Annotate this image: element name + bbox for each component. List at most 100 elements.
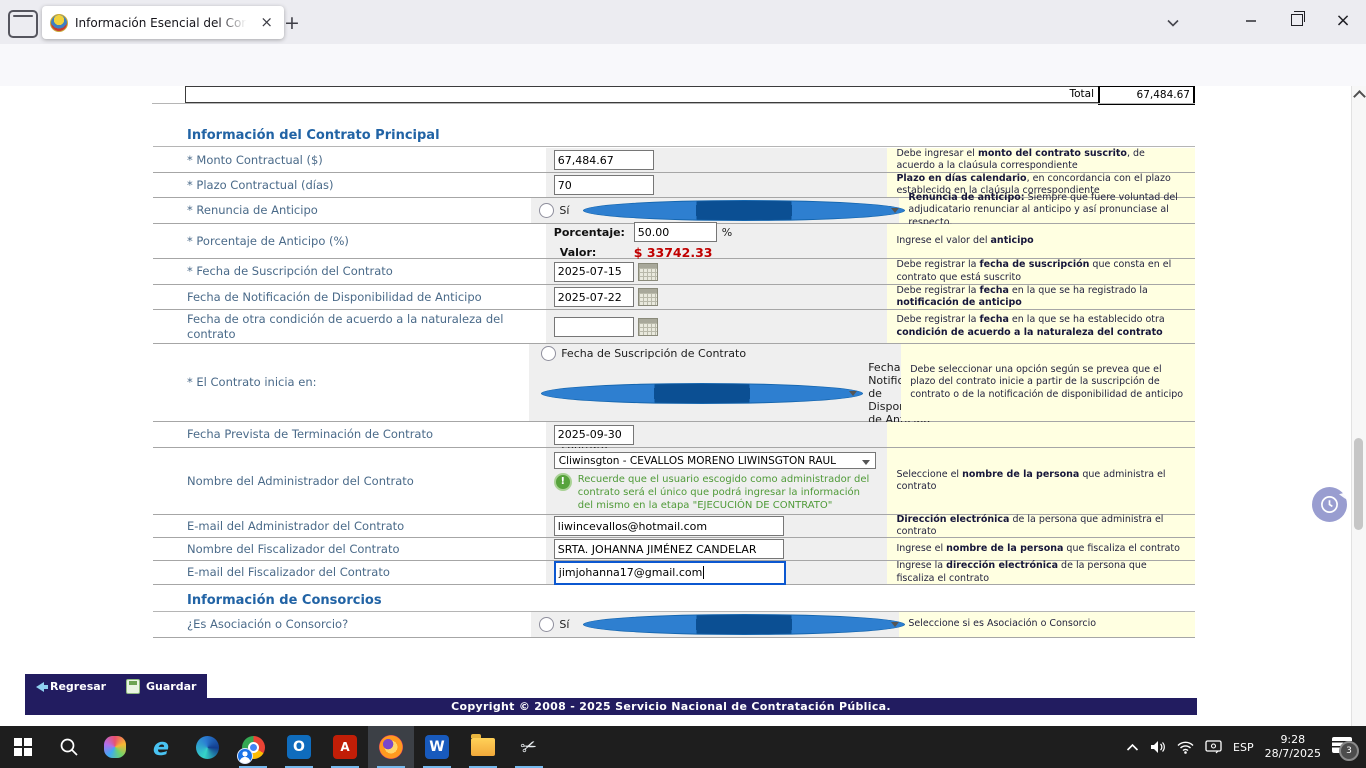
- porcentaje-input[interactable]: [634, 222, 717, 242]
- total-label: Total: [186, 87, 1098, 102]
- field-help: Ingrese el valor del anticipo: [887, 224, 1195, 258]
- consorcio-no-radio[interactable]: [583, 614, 905, 635]
- fecha-terminacion-input[interactable]: [554, 425, 634, 445]
- window-minimize-button[interactable]: [1228, 0, 1274, 40]
- row-fecha-otra-condicion: Fecha de otra condición de acuerdo a la …: [153, 310, 1195, 344]
- tab-close-icon[interactable]: ×: [257, 14, 276, 31]
- field-label: * El Contrato inicia en:: [153, 344, 529, 421]
- renuncia-no-radio[interactable]: [583, 200, 905, 221]
- time: 9:28: [1265, 733, 1321, 747]
- scrollbar-thumb[interactable]: [1354, 438, 1363, 530]
- site-favicon-icon: [50, 14, 68, 32]
- field-label: Nombre del Fiscalizador del Contrato: [153, 538, 546, 560]
- field-help: Ingrese la dirección electrónica de la p…: [887, 561, 1195, 584]
- floating-clock-widget-icon[interactable]: [1312, 487, 1347, 522]
- field-help: [887, 422, 1195, 447]
- system-tray: ESP 9:28 28/7/2025 3: [1126, 733, 1366, 761]
- field-help: Dirección electrónica de la persona que …: [887, 515, 1195, 537]
- word-icon[interactable]: W: [414, 726, 460, 768]
- regresar-button[interactable]: Regresar: [25, 674, 117, 699]
- plazo-contractual-input[interactable]: [554, 175, 654, 195]
- inicia-suscripcion-radio[interactable]: [541, 346, 556, 361]
- administrator-select[interactable]: Cliwinsgton - CEVALLOS MORENO LIWINSGTON…: [554, 452, 876, 469]
- row-porcentaje-anticipo: * Porcentaje de Anticipo (%) Porcentaje:…: [153, 224, 1195, 259]
- field-label: Fecha de otra condición de acuerdo a la …: [153, 310, 546, 343]
- internet-explorer-icon[interactable]: e: [138, 726, 184, 768]
- start-button[interactable]: [0, 726, 46, 768]
- file-explorer-icon[interactable]: [460, 726, 506, 768]
- snipping-tool-icon[interactable]: ✂: [506, 726, 552, 768]
- save-disk-icon: [126, 679, 140, 694]
- fiscalizador-input[interactable]: [554, 539, 784, 559]
- new-tab-button[interactable]: +: [278, 9, 306, 37]
- search-button[interactable]: [46, 726, 92, 768]
- monto-contractual-input[interactable]: [554, 150, 654, 170]
- field-help: Debe registrar la fecha en la que se ha …: [887, 285, 1195, 309]
- fecha-otra-condicion-input[interactable]: [554, 317, 634, 337]
- notification-center-icon[interactable]: 3: [1332, 736, 1356, 758]
- field-label: Fecha Prevista de Terminación de Contrat…: [153, 422, 546, 447]
- row-fecha-terminacion: Fecha Prevista de Terminación de Contrat…: [153, 422, 1195, 448]
- tray-chevron-up-icon[interactable]: [1126, 743, 1139, 752]
- wifi-icon[interactable]: [1177, 741, 1194, 754]
- wireless-display-icon[interactable]: [1205, 740, 1222, 754]
- acrobat-icon[interactable]: A: [322, 726, 368, 768]
- email-administrador-input[interactable]: [554, 516, 784, 536]
- calendar-icon[interactable]: [638, 263, 658, 281]
- volume-icon[interactable]: [1150, 740, 1166, 754]
- contract-form-table: * Monto Contractual ($) Debe ingresar el…: [153, 148, 1195, 585]
- row-email-fiscalizador: E-mail del Fiscalizador del Contrato jim…: [153, 561, 1195, 585]
- chrome-icon[interactable]: [230, 726, 276, 768]
- section-title-consorcios: Información de Consorcios: [187, 593, 382, 608]
- field-help: Seleccione el nombre de la persona que a…: [887, 448, 1195, 514]
- percent-unit: %: [722, 226, 732, 239]
- email-fiscalizador-input-focused[interactable]: jimjohanna17@gmail.com: [554, 561, 786, 585]
- chrome-profile-badge: [237, 748, 253, 764]
- fecha-notificacion-input[interactable]: [554, 287, 634, 307]
- row-email-administrador: E-mail del Administrador del Contrato Di…: [153, 515, 1195, 538]
- field-help: Debe ingresar el monto del contrato susc…: [887, 148, 1195, 172]
- field-label: Fecha de Notificación de Disponibilidad …: [153, 285, 546, 309]
- edge-icon[interactable]: [184, 726, 230, 768]
- inicia-notificacion-radio[interactable]: [541, 383, 863, 404]
- tab-overview-icon[interactable]: [8, 10, 38, 38]
- valor-anticipo: $ 33742.33: [634, 245, 732, 260]
- field-label: E-mail del Administrador del Contrato: [153, 515, 546, 537]
- consorcio-si-radio[interactable]: [539, 617, 554, 632]
- field-label: * Porcentaje de Anticipo (%): [153, 224, 546, 258]
- field-label: ¿Es Asociación o Consorcio?: [153, 612, 531, 637]
- row-fecha-suscripcion: * Fecha de Suscripción del Contrato Debe…: [153, 259, 1195, 285]
- info-icon: !: [554, 473, 572, 491]
- row-administrador: Nombre del Administrador del Contrato Cl…: [153, 448, 1195, 515]
- page-content: Total 67,484.67 Información del Contrato…: [0, 86, 1352, 726]
- vertical-scrollbar[interactable]: [1351, 86, 1366, 726]
- copyright-footer: Copyright © 2008 - 2025 Servicio Naciona…: [25, 698, 1197, 715]
- scroll-up-arrow-icon[interactable]: [1353, 90, 1366, 103]
- radio-label: Sí: [559, 618, 569, 631]
- notification-count-badge: 3: [1339, 741, 1359, 761]
- field-label: * Monto Contractual ($): [153, 148, 546, 172]
- row-contrato-inicia-en: * El Contrato inicia en: Fecha de Suscri…: [153, 344, 1195, 422]
- valor-label: Valor:: [554, 246, 634, 259]
- window-close-button[interactable]: ×: [1320, 0, 1366, 40]
- totals-table-row: Total 67,484.67: [185, 86, 1195, 103]
- fecha-suscripcion-input[interactable]: [554, 262, 634, 282]
- field-help: Debe registrar la fecha de suscripción q…: [887, 259, 1195, 284]
- consorcio-table: ¿Es Asociación o Consorcio? Sí No Selecc…: [153, 612, 1195, 638]
- list-tabs-chevron-icon[interactable]: [1158, 10, 1188, 36]
- calendar-icon[interactable]: [638, 288, 658, 306]
- field-label: Nombre del Administrador del Contrato: [153, 448, 546, 514]
- calendar-icon[interactable]: [638, 318, 658, 336]
- divider: [152, 103, 1195, 104]
- clock[interactable]: 9:28 28/7/2025: [1265, 733, 1321, 761]
- firefox-icon[interactable]: [368, 726, 414, 768]
- renuncia-si-radio[interactable]: [539, 203, 554, 218]
- porcentaje-label: Porcentaje:: [554, 226, 634, 239]
- outlook-icon[interactable]: O: [276, 726, 322, 768]
- copilot-icon[interactable]: [92, 726, 138, 768]
- browser-tab[interactable]: Información Esencial del Contrato ×: [42, 6, 284, 39]
- window-restore-button[interactable]: [1274, 0, 1320, 40]
- tab-strip: Información Esencial del Contrato × + ×: [0, 0, 1366, 44]
- language-indicator[interactable]: ESP: [1233, 741, 1254, 754]
- guardar-button[interactable]: Guardar: [115, 674, 207, 699]
